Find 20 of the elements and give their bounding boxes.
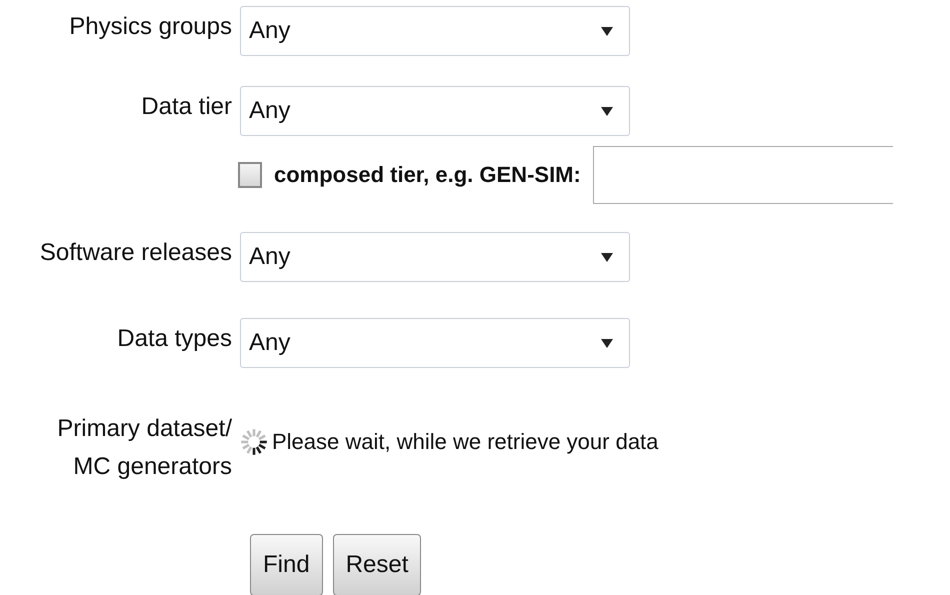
find-button[interactable]: Find bbox=[250, 534, 323, 595]
dropdown[interactable]: Any bbox=[240, 6, 630, 56]
caret-icon bbox=[601, 26, 613, 36]
field-label: Primary dataset/ MC generators bbox=[57, 414, 232, 482]
caret-icon bbox=[601, 252, 613, 262]
field-label: Data types bbox=[117, 324, 232, 354]
input-field[interactable] bbox=[592, 146, 893, 204]
field-label: Software releases bbox=[40, 238, 232, 268]
reset-button[interactable]: Reset bbox=[332, 534, 422, 595]
checkbox-label: composed tier, e.g. GEN-SIM: bbox=[274, 162, 581, 188]
caret-icon bbox=[601, 338, 613, 348]
field-label: Physics groups bbox=[69, 12, 232, 42]
dropdown[interactable]: Any bbox=[240, 318, 630, 368]
caret-icon bbox=[601, 106, 613, 116]
checkbox[interactable] bbox=[238, 162, 262, 188]
dropdown[interactable]: Any bbox=[240, 232, 630, 282]
loading-message: Please wait, while we retrieve your data bbox=[272, 429, 658, 455]
spinner-icon bbox=[240, 428, 268, 456]
dropdown[interactable]: Any bbox=[240, 86, 630, 136]
field-label: Data tier bbox=[141, 92, 232, 122]
